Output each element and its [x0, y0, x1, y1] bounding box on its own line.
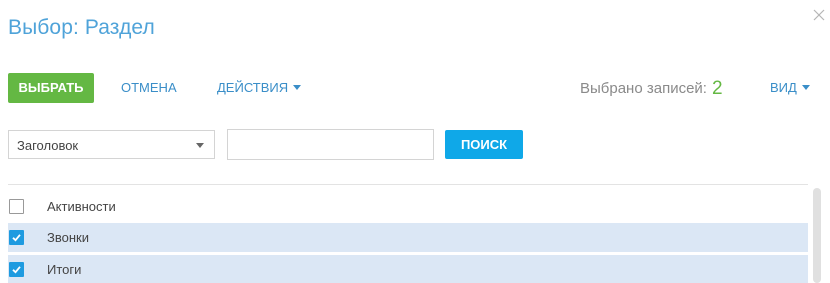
- search-column-select[interactable]: Заголовок: [8, 130, 215, 159]
- close-icon[interactable]: [812, 8, 826, 22]
- search-column-value: Заголовок: [17, 138, 79, 153]
- selection-dialog: Выбор: Раздел ВЫБРАТЬ ОТМЕНА ДЕЙСТВИЯ Вы…: [0, 0, 830, 283]
- checkmark-icon: [12, 266, 21, 274]
- selected-records-count: 2: [711, 78, 723, 99]
- selected-records-label: Выбрано записей:: [580, 80, 707, 97]
- search-input[interactable]: [227, 129, 434, 160]
- view-menu-label: ВИД: [770, 80, 797, 95]
- search-button[interactable]: ПОИСК: [445, 130, 523, 159]
- list-divider: [8, 184, 808, 185]
- list-item-label: Итоги: [47, 262, 82, 277]
- selected-records-counter: Выбрано записей: 2: [580, 78, 723, 100]
- cancel-button[interactable]: ОТМЕНА: [121, 80, 177, 95]
- list-item[interactable]: Активности: [8, 192, 808, 221]
- list-item[interactable]: Звонки: [8, 223, 808, 252]
- list-item-label: Активности: [47, 199, 116, 214]
- select-button[interactable]: ВЫБРАТЬ: [8, 73, 94, 103]
- caret-down-icon: [801, 85, 810, 91]
- actions-menu-button[interactable]: ДЕЙСТВИЯ: [217, 80, 302, 95]
- checkbox[interactable]: [9, 199, 24, 214]
- checkmark-icon: [12, 234, 21, 242]
- view-menu-button[interactable]: ВИД: [770, 80, 810, 95]
- list-item[interactable]: Итоги: [8, 255, 808, 283]
- list-item-label: Звонки: [47, 230, 89, 245]
- checkbox[interactable]: [9, 230, 24, 245]
- checkbox[interactable]: [9, 262, 24, 277]
- dialog-title: Выбор: Раздел: [8, 16, 155, 39]
- list-scrollbar[interactable]: [813, 188, 821, 283]
- actions-menu-label: ДЕЙСТВИЯ: [217, 80, 289, 95]
- caret-down-icon: [293, 85, 302, 91]
- chevron-down-icon: [196, 143, 204, 148]
